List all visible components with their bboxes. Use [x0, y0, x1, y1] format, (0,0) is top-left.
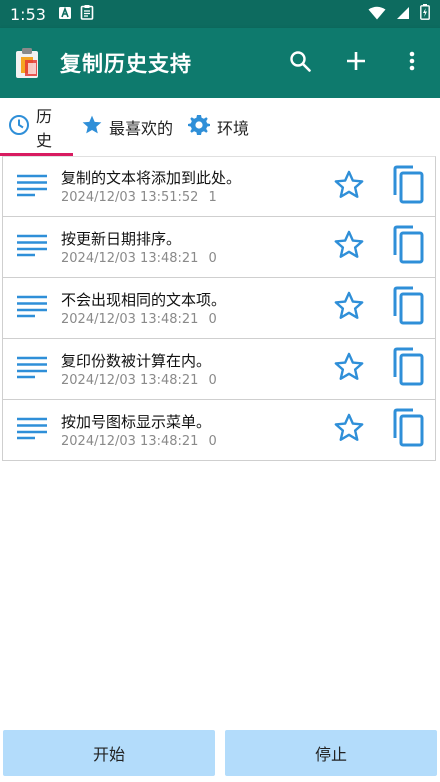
- tab-settings[interactable]: 环境: [179, 98, 255, 156]
- copy-button[interactable]: [385, 222, 429, 272]
- menu-lines-icon: [16, 233, 48, 261]
- tab-favorites[interactable]: 最喜欢的: [73, 98, 179, 156]
- item-date: 2024/12/03 13:48:21: [61, 250, 199, 266]
- stop-button[interactable]: 停止: [225, 730, 437, 776]
- item-menu-button[interactable]: [5, 160, 59, 214]
- search-button[interactable]: [272, 35, 328, 91]
- copy-icon: [389, 408, 425, 452]
- menu-lines-icon: [16, 294, 48, 322]
- copy-icon: [389, 225, 425, 269]
- item-date: 2024/12/03 13:48:21: [61, 311, 199, 327]
- item-title: 不会出现相同的文本项。: [61, 290, 227, 309]
- star-outline-icon: [333, 169, 365, 205]
- copy-button[interactable]: [385, 283, 429, 333]
- item-copy-count: 0: [208, 311, 217, 327]
- app-title: 复制历史支持: [60, 52, 192, 76]
- item-date: 2024/12/03 13:48:21: [61, 372, 199, 388]
- favorite-button[interactable]: [327, 347, 371, 391]
- item-title: 复印份数被计算在内。: [61, 351, 212, 370]
- tab-history-label: 历史: [36, 107, 53, 150]
- item-date: 2024/12/03 13:51:52: [61, 190, 199, 205]
- item-menu-button[interactable]: [5, 220, 59, 274]
- favorite-button[interactable]: [327, 225, 371, 269]
- menu-lines-icon: [16, 173, 48, 201]
- status-time: 1:53: [10, 4, 46, 24]
- star-icon: [81, 114, 103, 140]
- item-copy-count: 0: [208, 433, 217, 449]
- gear-icon: [187, 113, 211, 141]
- item-menu-button[interactable]: [5, 342, 59, 396]
- copy-icon: [389, 286, 425, 330]
- status-bar: 1:53: [0, 0, 440, 28]
- battery-icon: [420, 4, 430, 24]
- signal-icon: [396, 5, 410, 24]
- search-icon: [289, 50, 311, 76]
- item-copy-count: 0: [208, 250, 217, 266]
- star-outline-icon: [333, 229, 365, 265]
- tab-favorites-label: 最喜欢的: [109, 119, 174, 138]
- menu-lines-icon: [16, 416, 48, 444]
- wifi-icon: [368, 5, 386, 24]
- tab-settings-label: 环境: [217, 119, 250, 138]
- list-item[interactable]: 复制的文本将添加到此处。 2024/12/03 13:51:52 1: [2, 156, 436, 217]
- font-download-icon: [58, 5, 72, 24]
- tab-history[interactable]: 历史: [0, 98, 73, 156]
- star-outline-icon: [333, 351, 365, 387]
- copy-icon: [389, 165, 425, 209]
- app-logo-icon: [14, 46, 44, 80]
- more-options-button[interactable]: [384, 35, 440, 91]
- clock-icon: [8, 114, 30, 140]
- item-title: 按加号图标显示菜单。: [61, 412, 212, 431]
- list-item[interactable]: 按加号图标显示菜单。 2024/12/03 13:48:21 0: [2, 400, 436, 461]
- tab-bar: 历史 最喜欢的 环境: [0, 98, 440, 156]
- bottom-bar: 开始 停止: [0, 730, 440, 782]
- menu-lines-icon: [16, 355, 48, 383]
- add-icon: [346, 51, 366, 75]
- item-menu-button[interactable]: [5, 281, 59, 335]
- history-list: 复制的文本将添加到此处。 2024/12/03 13:51:52 1 按更新日期排…: [2, 156, 436, 461]
- item-copy-count: 0: [208, 372, 217, 388]
- item-menu-button[interactable]: [5, 403, 59, 457]
- start-button[interactable]: 开始: [3, 730, 215, 776]
- more-vert-icon: [409, 51, 415, 75]
- item-copy-count: 1: [208, 190, 217, 205]
- star-outline-icon: [333, 412, 365, 448]
- app-bar: 复制历史支持: [0, 28, 440, 98]
- favorite-button[interactable]: [327, 286, 371, 330]
- list-item[interactable]: 复印份数被计算在内。 2024/12/03 13:48:21 0: [2, 339, 436, 400]
- item-date: 2024/12/03 13:48:21: [61, 433, 199, 449]
- copy-button[interactable]: [385, 162, 429, 212]
- favorite-button[interactable]: [327, 408, 371, 452]
- add-button[interactable]: [328, 35, 384, 91]
- copy-icon: [389, 347, 425, 391]
- star-outline-icon: [333, 290, 365, 326]
- list-item[interactable]: 按更新日期排序。 2024/12/03 13:48:21 0: [2, 217, 436, 278]
- copy-button[interactable]: [385, 405, 429, 455]
- item-title: 复制的文本将添加到此处。: [61, 169, 242, 187]
- clipboard-icon: [80, 4, 94, 24]
- list-item[interactable]: 不会出现相同的文本项。 2024/12/03 13:48:21 0: [2, 278, 436, 339]
- favorite-button[interactable]: [327, 165, 371, 209]
- copy-button[interactable]: [385, 344, 429, 394]
- item-title: 按更新日期排序。: [61, 229, 182, 248]
